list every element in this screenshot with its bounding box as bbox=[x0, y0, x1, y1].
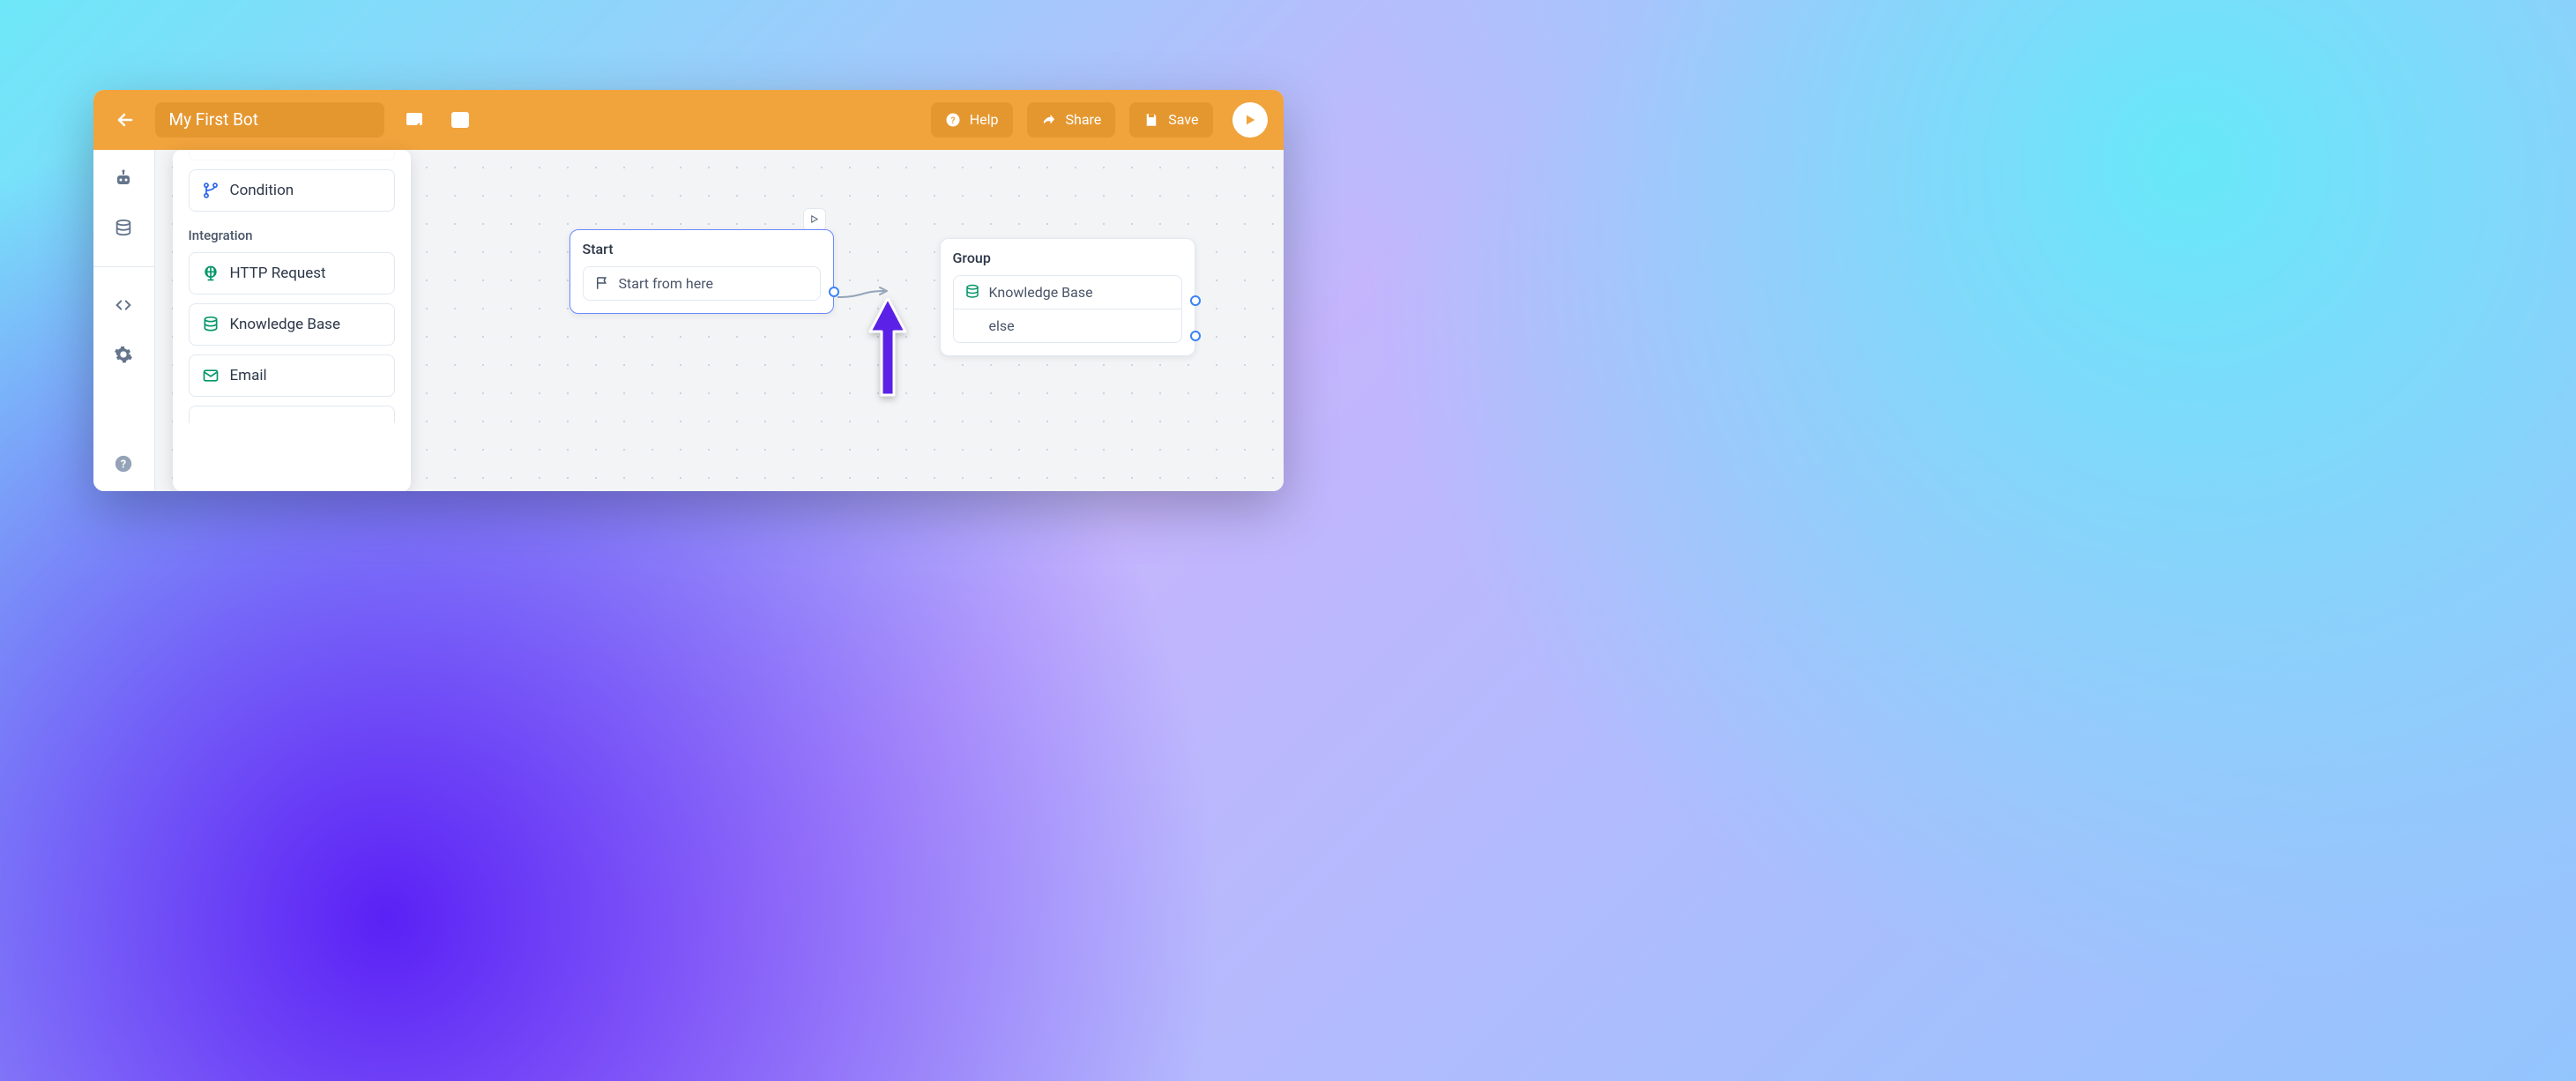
help-label: Help bbox=[970, 111, 999, 128]
flow-canvas[interactable]: AB Test Condition Integration HTTP Reque… bbox=[155, 150, 1284, 491]
branch-icon bbox=[202, 182, 220, 199]
save-icon bbox=[1143, 112, 1159, 128]
sidebar: ? bbox=[93, 150, 155, 491]
svg-text:?: ? bbox=[121, 458, 126, 471]
back-button[interactable] bbox=[109, 104, 141, 136]
block-item-partial[interactable] bbox=[189, 406, 395, 423]
block-label: Condition bbox=[230, 182, 294, 199]
variables-button[interactable]: {x} bbox=[444, 104, 476, 136]
cursor-annotation bbox=[866, 298, 910, 404]
block-item-abtest[interactable]: AB Test bbox=[189, 150, 395, 160]
globe-icon bbox=[202, 265, 220, 282]
row-label: else bbox=[989, 317, 1015, 334]
group-row-else[interactable]: else bbox=[954, 309, 1181, 342]
sidebar-item-bot[interactable] bbox=[108, 164, 138, 194]
flag-icon bbox=[594, 275, 610, 291]
block-label: Knowledge Base bbox=[230, 316, 340, 333]
node-slot-group: Knowledge Base else bbox=[953, 275, 1182, 343]
question-icon: ? bbox=[114, 454, 133, 473]
node-slot-start[interactable]: Start from here bbox=[583, 266, 821, 301]
share-icon bbox=[1041, 112, 1057, 128]
share-label: Share bbox=[1066, 111, 1102, 128]
save-label: Save bbox=[1168, 111, 1198, 128]
output-port[interactable] bbox=[1190, 295, 1201, 306]
app-body: ? AB Test Condition Integration bbox=[93, 150, 1284, 491]
arrow-left-icon bbox=[115, 109, 136, 130]
code-icon bbox=[114, 295, 133, 315]
robot-icon bbox=[113, 168, 134, 190]
block-label: HTTP Request bbox=[230, 265, 326, 282]
play-outline-icon bbox=[809, 214, 819, 224]
sidebar-item-settings[interactable] bbox=[108, 339, 138, 369]
group-row-kb[interactable]: Knowledge Base bbox=[954, 276, 1181, 309]
save-button[interactable]: Save bbox=[1129, 102, 1212, 138]
mail-icon bbox=[202, 367, 220, 384]
bot-title-input[interactable]: My First Bot bbox=[155, 102, 384, 138]
help-icon: ? bbox=[945, 112, 961, 128]
database-icon bbox=[202, 316, 220, 333]
play-icon bbox=[1243, 113, 1257, 127]
svg-text:{x}: {x} bbox=[454, 116, 465, 127]
node-title: Start bbox=[583, 241, 821, 257]
node-run-button[interactable] bbox=[803, 208, 826, 231]
help-button[interactable]: ? Help bbox=[931, 102, 1013, 138]
sidebar-item-data[interactable] bbox=[108, 213, 138, 243]
notes-button[interactable] bbox=[398, 104, 430, 136]
run-button[interactable] bbox=[1232, 102, 1268, 138]
output-port[interactable] bbox=[1190, 331, 1201, 341]
panel-category: Integration bbox=[189, 227, 395, 243]
brackets-icon: {x} bbox=[450, 109, 471, 130]
slot-label: Start from here bbox=[619, 275, 713, 292]
sidebar-divider bbox=[93, 266, 154, 267]
output-port[interactable] bbox=[829, 287, 839, 297]
share-button[interactable]: Share bbox=[1027, 102, 1116, 138]
block-item-condition[interactable]: Condition bbox=[189, 169, 395, 212]
row-label: Knowledge Base bbox=[989, 284, 1093, 301]
node-group[interactable]: Group Knowledge Base else bbox=[940, 238, 1195, 356]
note-icon bbox=[404, 109, 425, 130]
block-item-kb[interactable]: Knowledge Base bbox=[189, 303, 395, 346]
node-title: Group bbox=[953, 250, 1182, 266]
node-start[interactable]: Start Start from here bbox=[570, 229, 834, 314]
app-header: My First Bot {x} ? Help Share Save bbox=[93, 90, 1284, 150]
blocks-panel: AB Test Condition Integration HTTP Reque… bbox=[173, 150, 411, 491]
database-icon bbox=[964, 284, 980, 300]
sidebar-item-code[interactable] bbox=[108, 290, 138, 320]
svg-text:?: ? bbox=[950, 114, 955, 125]
app-window: My First Bot {x} ? Help Share Save bbox=[93, 90, 1284, 491]
database-icon bbox=[114, 219, 133, 238]
block-item-http[interactable]: HTTP Request bbox=[189, 252, 395, 294]
gear-icon bbox=[114, 345, 133, 364]
block-item-email[interactable]: Email bbox=[189, 354, 395, 397]
sidebar-item-help[interactable]: ? bbox=[108, 449, 138, 479]
block-label: Email bbox=[230, 367, 267, 384]
